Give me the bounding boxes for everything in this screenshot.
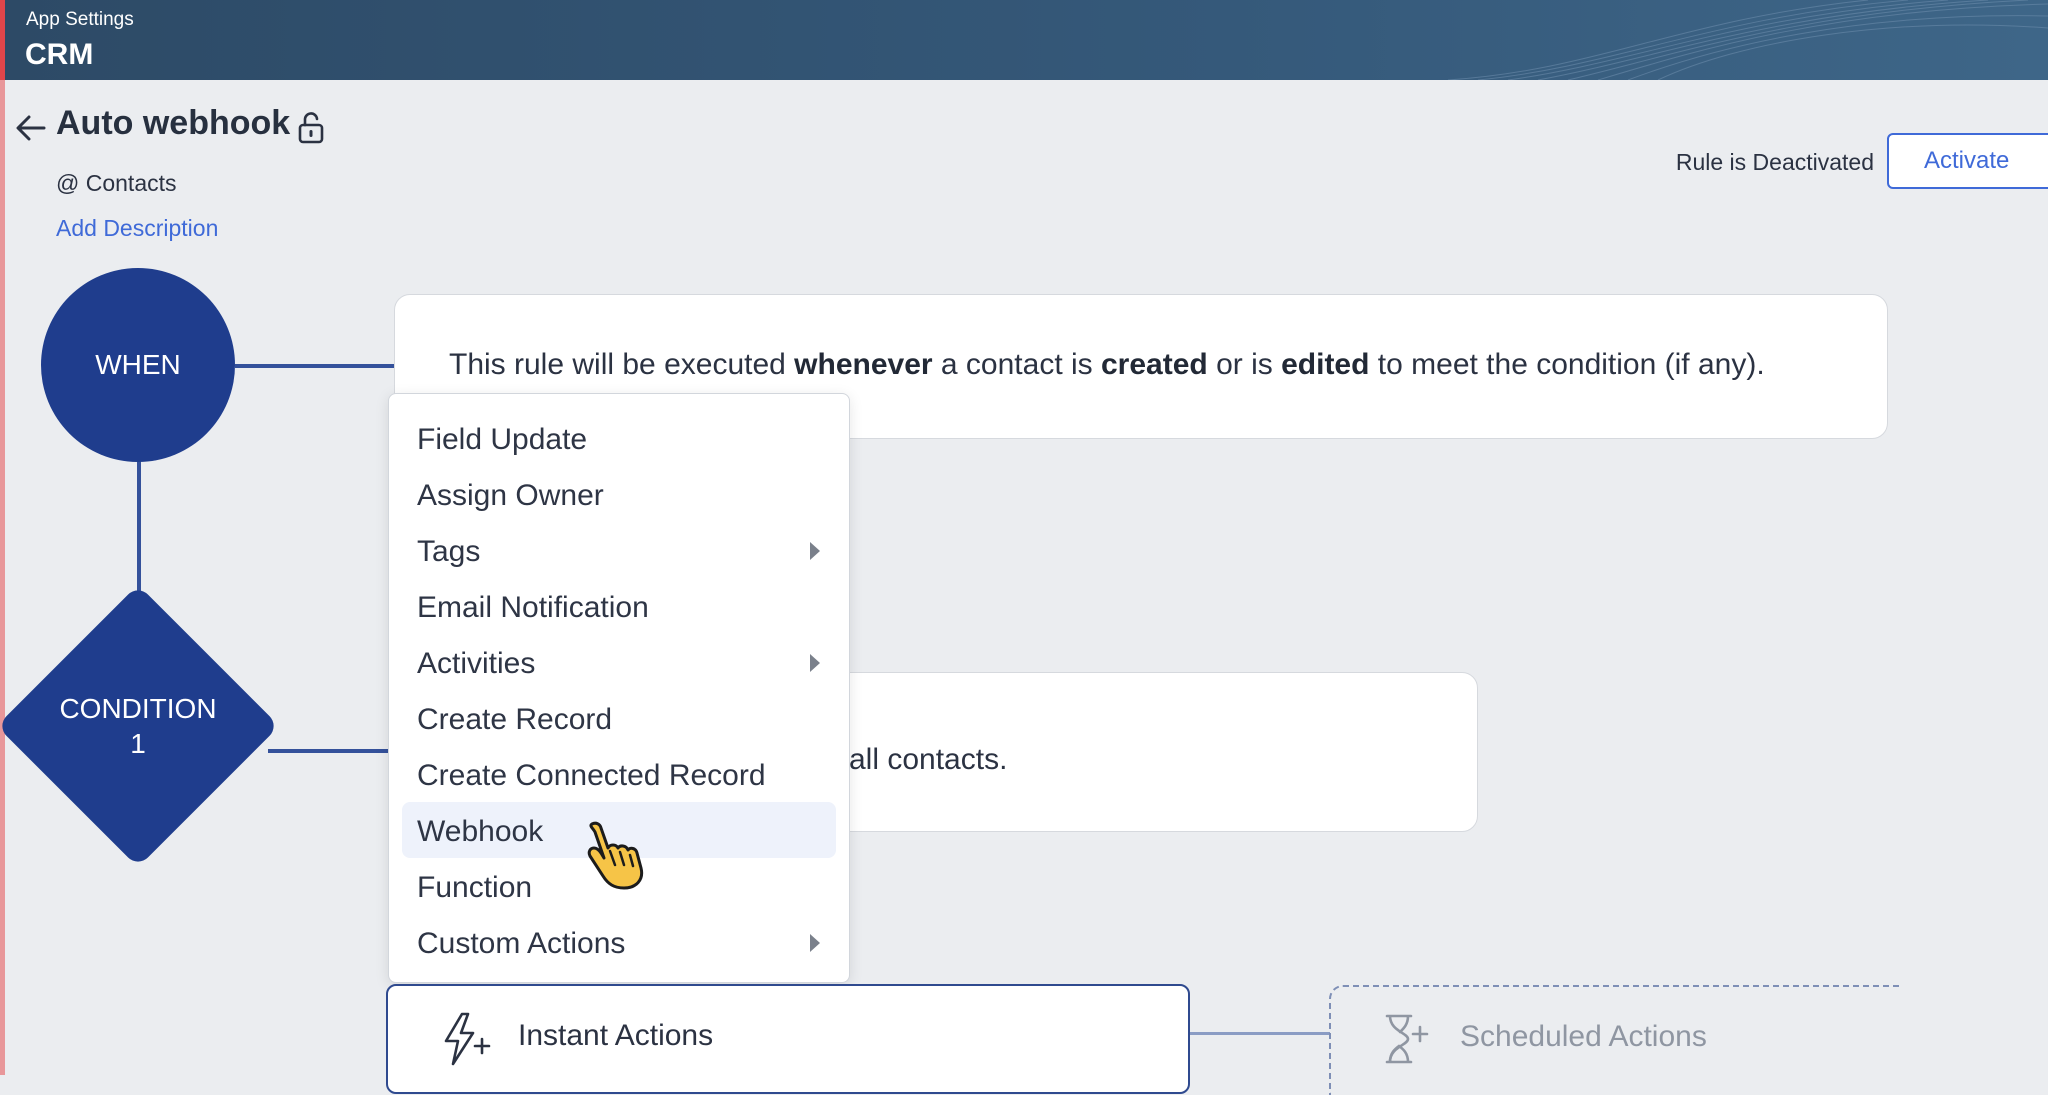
back-arrow-icon[interactable] — [14, 113, 48, 143]
hand-pointer-icon — [587, 821, 644, 890]
menu-item-create-record[interactable]: Create Record — [402, 690, 836, 746]
caret-right-icon — [810, 654, 820, 672]
when-node[interactable]: WHEN — [41, 268, 235, 462]
menu-item-tags[interactable]: Tags — [402, 522, 836, 578]
left-accent-line — [0, 80, 5, 1075]
unlock-icon[interactable] — [296, 112, 326, 144]
scheduled-actions-label: Scheduled Actions — [1460, 1020, 1707, 1053]
instant-actions-box[interactable] — [386, 984, 1190, 1094]
menu-item-assign-owner[interactable]: Assign Owner — [402, 466, 836, 522]
rule-module: @ Contacts — [56, 170, 177, 196]
menu-item-activities[interactable]: Activities — [402, 634, 836, 690]
header-title: CRM — [25, 38, 94, 71]
action-menu: Field Update Assign Owner Tags Email Not… — [388, 393, 850, 983]
caret-right-icon — [810, 542, 820, 560]
header-accent — [0, 0, 5, 80]
when-node-label: WHEN — [95, 349, 181, 380]
actions-connector — [1190, 1032, 1330, 1035]
condition-node-label: CONDITION 1 — [59, 693, 217, 759]
condition-connector — [268, 749, 390, 753]
caret-right-icon — [810, 934, 820, 952]
hourglass-plus-icon — [1385, 1014, 1429, 1064]
add-description-link[interactable]: Add Description — [56, 215, 218, 242]
menu-item-field-update[interactable]: Field Update — [402, 410, 836, 466]
condition-description: all contacts. — [849, 743, 1008, 776]
app-header: App Settings CRM — [0, 0, 2048, 80]
lightning-plus-icon — [444, 1012, 491, 1066]
when-description: This rule will be executed whenever a co… — [449, 348, 1765, 381]
rule-title: Auto webhook — [56, 104, 291, 142]
rule-status-text: Rule is Deactivated — [1675, 149, 1874, 175]
activate-button[interactable]: Activate — [1887, 133, 2048, 189]
header-subtitle: App Settings — [26, 9, 134, 30]
when-connector — [235, 364, 395, 368]
instant-actions-label: Instant Actions — [518, 1019, 714, 1052]
menu-item-create-connected-record[interactable]: Create Connected Record — [402, 746, 836, 802]
menu-item-email-notification[interactable]: Email Notification — [402, 578, 836, 634]
header-wave-decoration — [1447, 0, 2048, 80]
menu-item-custom-actions[interactable]: Custom Actions — [402, 914, 836, 970]
